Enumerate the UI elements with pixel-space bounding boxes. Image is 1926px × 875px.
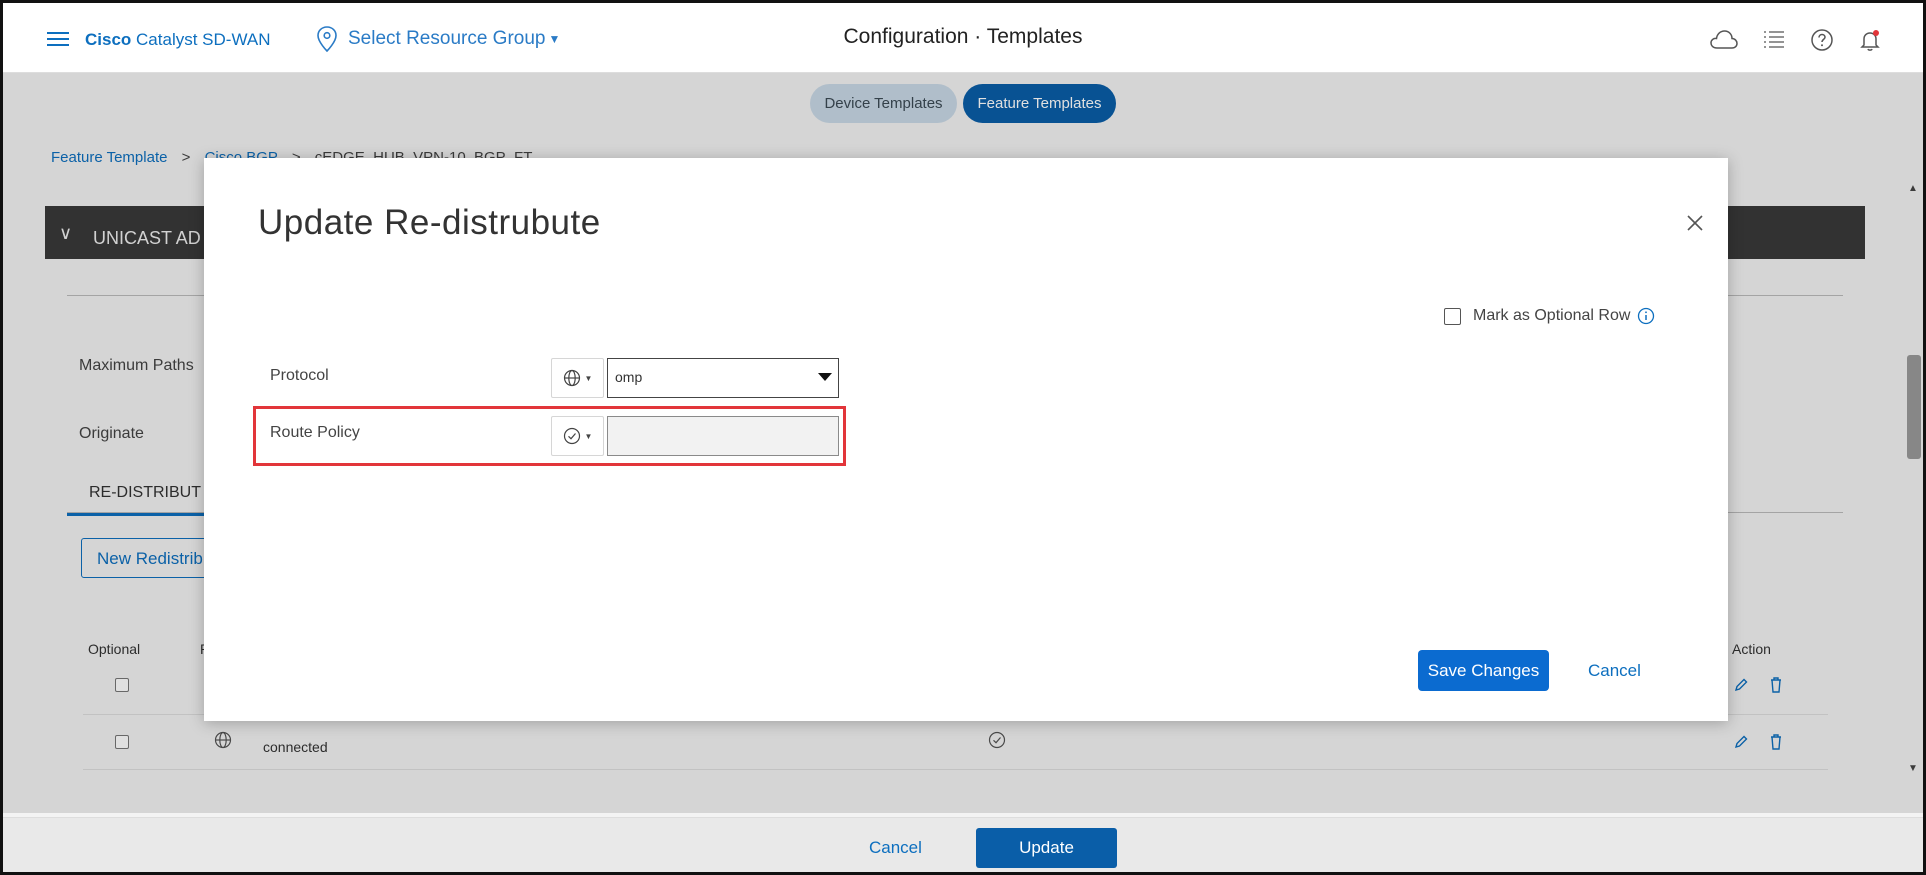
route-policy-input[interactable]: [607, 416, 839, 456]
footer-bar: Cancel Update: [3, 817, 1923, 872]
chevron-down-icon: ▼: [584, 373, 593, 383]
update-redistribute-dialog: Update Re-distrubute Mark as Optional Ro…: [204, 158, 1728, 721]
title-configuration: Configuration: [843, 25, 969, 48]
title-templates: Templates: [986, 25, 1083, 48]
chevron-down-icon: ▼: [584, 431, 593, 441]
header-icons: [1709, 27, 1883, 53]
app-window: Cisco Catalyst SD-WAN Select Resource Gr…: [0, 0, 1926, 875]
select-arrow-icon: [818, 373, 832, 381]
page-title: Configuration · Templates: [3, 25, 1923, 49]
protocol-label: Protocol: [270, 367, 329, 384]
title-separator: ·: [974, 25, 982, 48]
dialog-title: Update Re-distrubute: [258, 203, 601, 242]
help-icon[interactable]: [1809, 27, 1835, 53]
notification-bell-icon[interactable]: [1857, 27, 1883, 53]
route-policy-scope-dropdown[interactable]: ▼: [551, 416, 604, 456]
mark-optional-checkbox[interactable]: [1444, 307, 1461, 325]
protocol-select[interactable]: omp: [607, 358, 839, 398]
save-changes-button[interactable]: Save Changes: [1418, 650, 1549, 691]
cloud-icon[interactable]: [1709, 27, 1739, 53]
info-icon[interactable]: [1637, 307, 1655, 325]
protocol-scope-dropdown[interactable]: ▼: [551, 358, 604, 398]
close-icon[interactable]: [1686, 214, 1704, 232]
dialog-cancel-button[interactable]: Cancel: [1588, 661, 1641, 681]
list-icon[interactable]: [1761, 27, 1787, 53]
footer-cancel-button[interactable]: Cancel: [869, 838, 922, 858]
update-button[interactable]: Update: [976, 828, 1117, 868]
mark-optional-label: Mark as Optional Row: [1473, 307, 1631, 324]
globe-icon: [563, 369, 580, 387]
protocol-value: omp: [615, 369, 643, 385]
route-policy-label: Route Policy: [270, 424, 360, 441]
check-circle-icon: [563, 427, 580, 445]
top-header: Cisco Catalyst SD-WAN Select Resource Gr…: [3, 3, 1923, 73]
mark-optional-row: Mark as Optional Row: [1444, 307, 1655, 325]
